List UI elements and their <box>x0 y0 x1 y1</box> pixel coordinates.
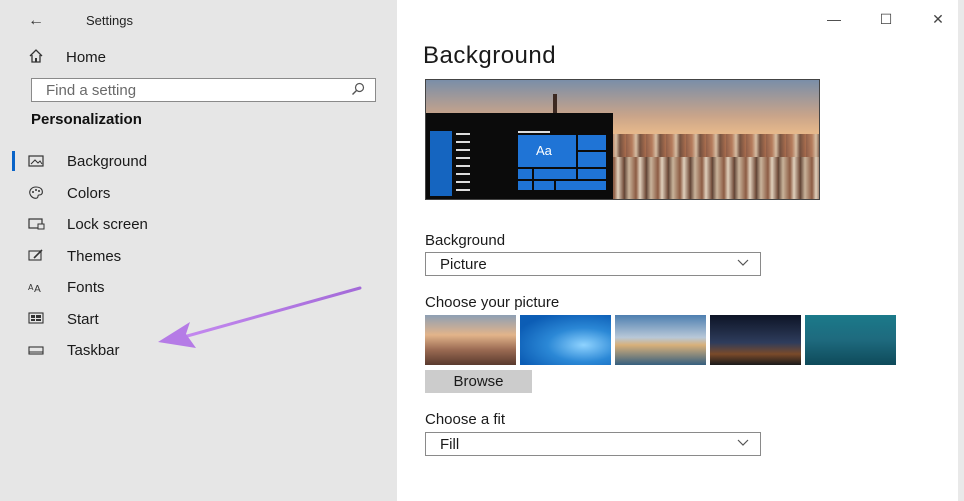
preview-desktop-mock: Aa <box>426 113 613 199</box>
sidebar-item-label: Start <box>67 310 99 328</box>
annotation-arrow <box>158 286 362 348</box>
choose-fit-label: Choose a fit <box>425 411 506 428</box>
page-title: Background <box>423 42 557 69</box>
picture-thumbnail-2[interactable] <box>520 315 611 365</box>
background-label: Background <box>425 232 506 249</box>
app-title: Settings <box>86 13 133 28</box>
close-icon[interactable]: ✕ <box>912 0 964 38</box>
preview-start-strip <box>430 131 452 196</box>
background-dropdown-value: Picture <box>440 256 487 273</box>
search-placeholder: Find a setting <box>46 82 137 99</box>
chevron-down-icon <box>736 255 750 272</box>
section-title: Personalization <box>31 111 142 128</box>
preview-tile: Aa <box>518 135 576 167</box>
home-label: Home <box>66 48 107 66</box>
sidebar-item-label: Colors <box>67 184 111 202</box>
palette-icon <box>28 185 46 201</box>
back-arrow-icon[interactable]: ← <box>28 11 52 31</box>
sidebar-item-lock-screen[interactable]: Lock screen <box>0 209 397 241</box>
sidebar-item-label: Fonts <box>67 279 105 297</box>
window-controls: — ☐ ✕ <box>808 0 964 38</box>
start-icon <box>28 311 46 327</box>
sidebar-item-background[interactable]: Background <box>0 146 397 178</box>
lock-screen-icon <box>28 217 46 233</box>
settings-window: ← Settings Home Find a setting Personali… <box>0 0 964 501</box>
font-icon: AA <box>28 280 46 296</box>
sidebar-item-label: Taskbar <box>67 342 120 360</box>
title-bar: ← Settings <box>0 0 397 40</box>
maximize-icon[interactable]: ☐ <box>860 0 912 38</box>
sidebar-item-themes[interactable]: Themes <box>0 241 397 273</box>
picture-thumbnail-1[interactable] <box>425 315 516 365</box>
picture-thumbnail-3[interactable] <box>615 315 706 365</box>
main-panel: — ☐ ✕ Background Aa Background Picture C… <box>397 0 964 501</box>
home-icon <box>28 48 46 66</box>
search-input[interactable]: Find a setting <box>31 78 376 102</box>
fit-dropdown[interactable]: Fill <box>425 432 761 456</box>
chevron-down-icon <box>736 435 750 452</box>
svg-text:A: A <box>34 284 41 294</box>
preview-tile-text: Aa <box>536 143 552 158</box>
brush-icon <box>28 248 46 264</box>
home-link[interactable]: Home <box>28 46 106 68</box>
picture-thumbnails <box>425 315 901 365</box>
sidebar: ← Settings Home Find a setting Personali… <box>0 0 397 501</box>
sidebar-item-label: Themes <box>67 247 122 265</box>
browse-button[interactable]: Browse <box>425 370 532 393</box>
picture-icon <box>28 154 46 170</box>
search-icon[interactable] <box>351 82 365 99</box>
sidebar-item-label: Lock screen <box>67 216 148 234</box>
sidebar-item-colors[interactable]: Colors <box>0 178 397 210</box>
fit-dropdown-value: Fill <box>440 436 460 453</box>
choose-picture-label: Choose your picture <box>425 294 560 311</box>
taskbar-icon <box>28 343 46 359</box>
picture-thumbnail-4[interactable] <box>710 315 801 365</box>
scrollbar-track[interactable] <box>958 0 964 501</box>
active-indicator <box>12 151 15 171</box>
background-dropdown[interactable]: Picture <box>425 252 761 276</box>
picture-thumbnail-5[interactable] <box>805 315 896 365</box>
minimize-icon[interactable]: — <box>808 0 860 38</box>
background-preview: Aa <box>425 79 820 200</box>
sidebar-item-label: Background <box>67 153 148 171</box>
